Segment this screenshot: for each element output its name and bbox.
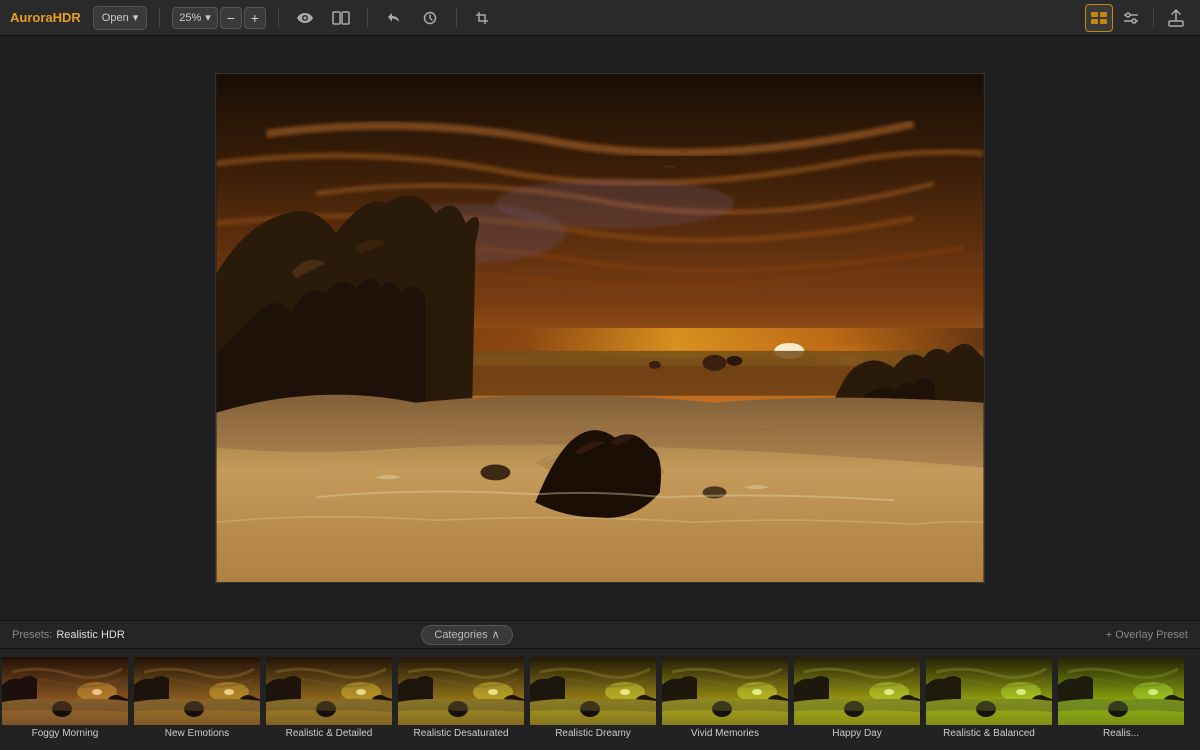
zoom-plus-button[interactable]: +: [244, 7, 266, 29]
preset-label-foggy-morning: Foggy Morning: [2, 725, 128, 739]
preset-thumb-foggy-morning: [2, 657, 128, 725]
preset-svg-realistic-balanced: [926, 657, 1052, 725]
preset-svg-foggy-morning: [2, 657, 128, 725]
preset-label-realistic-detailed: Realistic & Detailed: [266, 725, 392, 739]
zoom-control: 25% ▾ − +: [172, 7, 266, 29]
preset-label-realis: Realis...: [1058, 725, 1184, 739]
preset-item-happy-day[interactable]: Happy Day: [792, 655, 922, 745]
separator-2: [278, 8, 279, 28]
preset-svg-vivid-memories: [662, 657, 788, 725]
open-chevron-icon: ▾: [133, 11, 139, 24]
separator-4: [456, 8, 457, 28]
preset-label-new-emotions: New Emotions: [134, 725, 260, 739]
preset-thumb-happy-day: [794, 657, 920, 725]
preset-thumb-realistic-dreamy: [530, 657, 656, 725]
history-button[interactable]: [416, 4, 444, 32]
preset-thumb-new-emotions: [134, 657, 260, 725]
preset-item-foggy-morning[interactable]: Foggy Morning: [0, 655, 130, 745]
separator-3: [367, 8, 368, 28]
preset-item-realistic-desaturated[interactable]: Realistic Desaturated: [396, 655, 526, 745]
view-toggle-icon: [1090, 11, 1108, 25]
compare-icon: [332, 11, 350, 25]
preset-item-realistic-balanced[interactable]: Realistic & Balanced: [924, 655, 1054, 745]
presets-header: Presets: Realistic HDR Categories ∧ + Ov…: [0, 621, 1200, 649]
history-icon: [422, 11, 438, 25]
preset-svg-realistic-desaturated: [398, 657, 524, 725]
preset-item-realis[interactable]: Realis...: [1056, 655, 1186, 745]
zoom-value: 25%: [179, 12, 201, 24]
main-area: [0, 36, 1200, 620]
sliders-button[interactable]: [1117, 4, 1145, 32]
open-button[interactable]: Open ▾: [93, 6, 147, 30]
categories-button[interactable]: Categories ∧: [421, 625, 512, 645]
preset-item-realistic-detailed[interactable]: Realistic & Detailed: [264, 655, 394, 745]
eye-icon: [296, 11, 314, 25]
separator-5: [1153, 8, 1154, 28]
presets-label: Presets:: [12, 629, 52, 641]
zoom-chevron-icon: ▾: [205, 11, 211, 24]
zoom-minus-button[interactable]: −: [220, 7, 242, 29]
crop-icon: [475, 11, 491, 25]
preset-label-happy-day: Happy Day: [794, 725, 920, 739]
eye-button[interactable]: [291, 4, 319, 32]
photo-canvas: [216, 74, 984, 582]
preset-svg-new-emotions: [134, 657, 260, 725]
presets-panel: Presets: Realistic HDR Categories ∧ + Ov…: [0, 620, 1200, 750]
export-button[interactable]: [1162, 4, 1190, 32]
preset-item-vivid-memories[interactable]: Vivid Memories: [660, 655, 790, 745]
preset-item-realistic-dreamy[interactable]: Realistic Dreamy: [528, 655, 658, 745]
preset-thumb-realistic-desaturated: [398, 657, 524, 725]
undo-icon: [386, 11, 402, 25]
preset-svg-realistic-detailed: [266, 657, 392, 725]
main-image: [216, 74, 984, 582]
canvas-container: [215, 73, 985, 583]
presets-scroll: Foggy Morning: [0, 649, 1200, 750]
preset-label-realistic-desaturated: Realistic Desaturated: [398, 725, 524, 739]
preset-thumb-realistic-balanced: [926, 657, 1052, 725]
preset-label-vivid-memories: Vivid Memories: [662, 725, 788, 739]
undo-button[interactable]: [380, 4, 408, 32]
sliders-icon: [1122, 11, 1140, 25]
preset-label-realistic-balanced: Realistic & Balanced: [926, 725, 1052, 739]
overlay-label: + Overlay Preset: [1106, 629, 1188, 641]
preset-item-new-emotions[interactable]: New Emotions: [132, 655, 262, 745]
toolbar: AuroraHDR Open ▾ 25% ▾ − +: [0, 0, 1200, 36]
view-toggle-button[interactable]: [1085, 4, 1113, 32]
preset-svg-happy-day: [794, 657, 920, 725]
presets-current: Realistic HDR: [56, 629, 124, 641]
overlay-preset-button[interactable]: + Overlay Preset: [1106, 629, 1188, 641]
toolbar-right: [1085, 4, 1190, 32]
crop-button[interactable]: [469, 4, 497, 32]
app-name: AuroraHDR: [10, 10, 81, 25]
categories-chevron-icon: ∧: [492, 628, 500, 641]
separator-1: [159, 8, 160, 28]
zoom-display: 25% ▾: [172, 7, 218, 29]
preset-thumb-vivid-memories: [662, 657, 788, 725]
preset-svg-realistic-dreamy: [530, 657, 656, 725]
preset-label-realistic-dreamy: Realistic Dreamy: [530, 725, 656, 739]
open-label: Open: [102, 12, 129, 24]
compare-button[interactable]: [327, 4, 355, 32]
preset-svg-realis: [1058, 657, 1184, 725]
categories-label: Categories: [434, 629, 487, 641]
export-icon: [1168, 9, 1184, 27]
preset-thumb-realistic-detailed: [266, 657, 392, 725]
preset-thumb-realis: [1058, 657, 1184, 725]
